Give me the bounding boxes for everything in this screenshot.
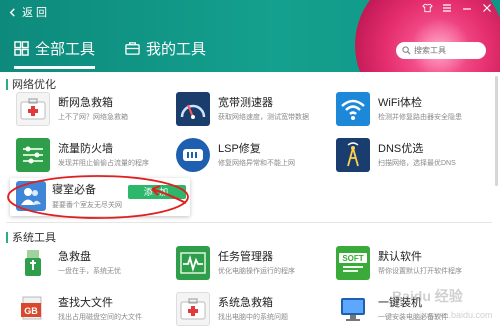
tool-name: 急救盘 <box>58 251 91 263</box>
add-button[interactable]: 添 加 <box>128 185 186 199</box>
tool-desc: 上不了网？网络急救箱 <box>58 114 128 121</box>
search-box[interactable] <box>396 42 486 59</box>
tool-desc: 修复网络异常和不能上网 <box>218 160 295 167</box>
tool-desc: 要要番个室友无尽关网 <box>52 202 122 209</box>
header: 返 回 全部工具 我的工具 搜索工具 <box>0 0 500 72</box>
traffic-firewall-icon <box>16 138 50 172</box>
tool-find-large-files[interactable]: GB 查找大文件 找出占用磁盘空间的大文件 <box>16 292 166 328</box>
tab-all-tools[interactable]: 全部工具 <box>14 38 96 69</box>
roommates-icon <box>16 181 46 211</box>
tool-name: 任务管理器 <box>218 251 273 263</box>
tool-desc: 优化电脑操作运行的程序 <box>218 268 295 275</box>
tool-desc: 发现并阻止偷偷占流量的程序 <box>58 160 149 167</box>
scrollbar[interactable] <box>495 76 498 186</box>
tool-task-manager[interactable]: 任务管理器 优化电脑操作运行的程序 <box>176 246 326 282</box>
tool-desc: 一盘在手，系统无忧 <box>58 268 121 275</box>
watermark: Baidu 经验 <box>392 288 463 304</box>
tool-name: 宽带测速器 <box>218 97 273 109</box>
monitor-icon <box>336 292 370 326</box>
watermark-url: jingyan.baidu.com <box>420 310 493 320</box>
section-marker <box>6 78 8 90</box>
tool-name: 流量防火墙 <box>58 143 113 155</box>
tool-desc: 找出电脑中的系统问题 <box>218 314 288 321</box>
speedometer-icon <box>176 92 210 126</box>
lsp-repair-icon <box>176 138 210 172</box>
tool-desc: 获取网络速度，测试宽带数据 <box>218 114 309 121</box>
tool-name: WiFi体检 <box>378 97 422 109</box>
minimize-icon[interactable] <box>460 3 474 16</box>
tool-default-software[interactable]: SOFT 默认软件 帮你设置默认打开软件程序 <box>336 246 486 282</box>
gb-file-icon: GB <box>16 292 50 326</box>
system-first-aid-icon <box>176 292 210 326</box>
tool-name: LSP修复 <box>218 143 261 155</box>
shirt-icon[interactable] <box>420 3 434 16</box>
tool-desc: 扫描网络，选择最优DNS <box>378 160 456 167</box>
search-icon <box>402 46 411 55</box>
tool-speed-test[interactable]: 宽带测速器 获取网络速度，测试宽带数据 <box>176 92 326 128</box>
tool-desc: 找出占用磁盘空间的大文件 <box>58 314 142 321</box>
tool-desc: 帮你设置默认打开软件程序 <box>378 268 462 275</box>
dns-tower-icon <box>336 138 370 172</box>
tool-name: DNS优选 <box>378 143 424 155</box>
tool-name: 系统急救箱 <box>218 297 273 309</box>
section-marker <box>6 231 8 243</box>
search-input[interactable] <box>414 46 480 55</box>
window-controls <box>420 3 494 16</box>
close-icon[interactable] <box>480 3 494 16</box>
back-label: 返 回 <box>22 7 48 19</box>
tool-name: 默认软件 <box>378 251 422 263</box>
menu-icon[interactable] <box>440 3 454 16</box>
tab-label: 我的工具 <box>146 41 207 58</box>
toolbox-icon <box>125 42 140 55</box>
tool-lsp-repair[interactable]: LSP修复 修复网络异常和不能上网 <box>176 138 326 174</box>
section-title-system: 系统工具 <box>6 229 56 245</box>
grid-icon <box>14 41 29 56</box>
svg-text:SOFT: SOFT <box>342 254 363 263</box>
usb-drive-icon <box>16 246 50 280</box>
tool-network-first-aid[interactable]: 断网急救箱 上不了网？网络急救箱 <box>16 92 166 128</box>
soft-icon: SOFT <box>336 246 370 280</box>
back-arrow-icon <box>9 7 15 17</box>
task-manager-icon <box>176 246 210 280</box>
section-title-text: 系统工具 <box>12 232 56 244</box>
tool-name: 断网急救箱 <box>58 97 113 109</box>
tool-name: 查找大文件 <box>58 297 113 309</box>
section-divider <box>6 222 492 223</box>
tool-name: 寝室必备 <box>52 184 96 196</box>
section-title-network: 网络优化 <box>6 76 56 92</box>
tool-system-first-aid[interactable]: 系统急救箱 找出电脑中的系统问题 <box>176 292 326 328</box>
tool-desc: 检测并修复路由器安全隐患 <box>378 114 462 121</box>
tab-label: 全部工具 <box>35 41 96 58</box>
wifi-icon <box>336 92 370 126</box>
back-button[interactable]: 返 回 <box>8 4 47 20</box>
tool-rescue-disk[interactable]: 急救盘 一盘在手，系统无忧 <box>16 246 166 282</box>
svg-text:GB: GB <box>24 306 38 316</box>
tool-traffic-firewall[interactable]: 流量防火墙 发现并阻止偷偷占流量的程序 <box>16 138 166 174</box>
first-aid-kit-icon <box>16 92 50 126</box>
tab-bar: 全部工具 我的工具 <box>14 38 236 69</box>
tool-dns-optimize[interactable]: DNS优选 扫描网络，选择最优DNS <box>336 138 486 174</box>
section-title-text: 网络优化 <box>12 79 56 91</box>
tab-my-tools[interactable]: 我的工具 <box>125 38 206 65</box>
tool-wifi-check[interactable]: WiFi体检 检测并修复路由器安全隐患 <box>336 92 486 128</box>
